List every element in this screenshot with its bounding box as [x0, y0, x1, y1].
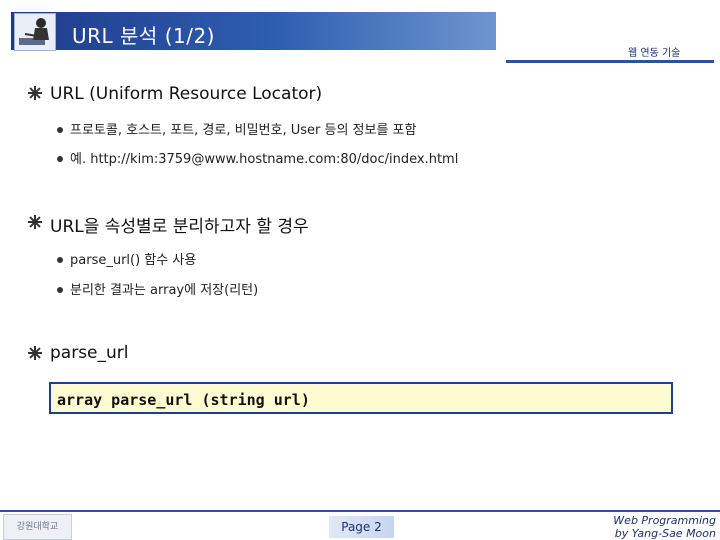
section-heading-url: URL (Uniform Resource Locator)	[50, 84, 323, 104]
list-item: 프로토콜, 호스트, 포트, 경로, 비밀번호, User 등의 정보를 포함	[70, 123, 417, 138]
list-bullet	[57, 156, 63, 162]
list-item: 예. http://kim:3759@www.hostname.com:80/d…	[70, 152, 459, 167]
list-bullet	[57, 257, 63, 263]
logo-text: 강원대학교	[16, 522, 59, 532]
header-logo-image	[14, 13, 56, 51]
credit-line-1: Web Programming	[613, 514, 716, 527]
section-heading-parse-url: parse_url	[50, 343, 129, 363]
footer-credit: Web Programming by Yang-Sae Moon	[606, 514, 716, 540]
course-label: 웹 연동 기술	[628, 48, 681, 59]
flower-bullet-icon	[28, 346, 42, 360]
list-bullet	[57, 287, 63, 293]
page-title: URL 분석 (1/2)	[72, 24, 215, 48]
list-item: 분리한 결과는 array에 저장(리턴)	[70, 283, 259, 298]
section-heading-split: URL을 속성별로 분리하고자 할 경우	[50, 217, 309, 237]
credit-line-2: by Yang-Sae Moon	[614, 527, 716, 540]
page-number: Page 2	[329, 516, 394, 538]
list-item: parse_url() 함수 사용	[70, 253, 197, 268]
flower-bullet-icon	[28, 86, 42, 100]
flower-bullet-icon	[28, 215, 42, 229]
code-signature: array parse_url (string url)	[57, 391, 310, 409]
university-logo: 강원대학교	[3, 514, 72, 540]
footer-divider	[0, 510, 720, 512]
header-divider	[506, 60, 714, 63]
code-box: array parse_url (string url)	[49, 382, 673, 414]
list-bullet	[57, 127, 63, 133]
